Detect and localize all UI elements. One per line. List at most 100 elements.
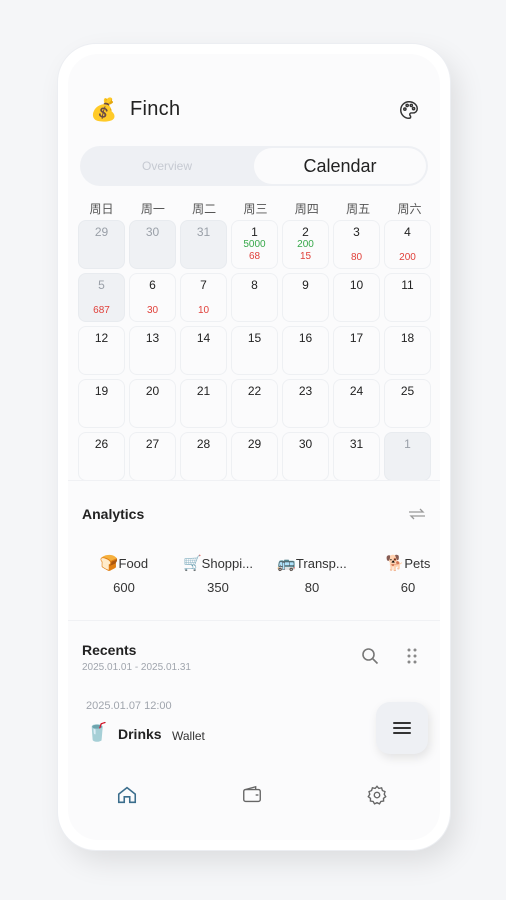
calendar-day-cell[interactable]: 21	[180, 379, 227, 428]
calendar-day-cell[interactable]: 31	[333, 432, 380, 481]
calendar-day-cell[interactable]: 26	[78, 432, 125, 481]
device-frame: 💰 Finch Overview Calendar 周日 周一 周二 周三 周四…	[58, 44, 450, 850]
calendar-day-cell[interactable]: 27	[129, 432, 176, 481]
calendar-day-expense: 80	[350, 252, 363, 263]
calendar-day-cell[interactable]: 7 10	[180, 273, 227, 322]
tab-calendar[interactable]: Calendar	[254, 148, 426, 184]
calendar-day-cell[interactable]: 1 5000 68	[231, 220, 278, 269]
app-title: Finch	[130, 98, 181, 120]
calendar-day-expense: 15	[299, 251, 312, 262]
calendar-day-number: 4	[404, 225, 411, 239]
calendar-day-cell[interactable]: 11	[384, 273, 431, 322]
calendar-day-number: 24	[349, 384, 364, 398]
category-label: Pets	[404, 556, 431, 571]
recents-title: Recents	[82, 642, 137, 658]
calendar-day-cell[interactable]: 8	[231, 273, 278, 322]
calendar-day-number: 17	[349, 331, 364, 345]
calendar-day-number: 28	[196, 437, 211, 451]
calendar-day-cell[interactable]: 30	[129, 220, 176, 269]
calendar-day-number: 23	[298, 384, 313, 398]
weekday-header: 周日 周一 周二 周三 周四 周五 周六	[78, 200, 433, 220]
calendar-day-number: 5	[98, 278, 105, 292]
drink-cup-icon: 🥤	[86, 722, 109, 742]
calendar-day-expense: 68	[248, 251, 261, 262]
menu-fab-button[interactable]	[376, 702, 428, 754]
category-card[interactable]: 🐕Pets 60	[362, 542, 440, 604]
wallet-icon[interactable]	[241, 784, 265, 808]
palette-icon[interactable]	[398, 99, 420, 121]
search-icon[interactable]	[360, 646, 380, 666]
category-value: 60	[400, 580, 416, 595]
calendar-day-cell[interactable]: 31	[180, 220, 227, 269]
home-icon[interactable]	[116, 784, 140, 808]
settings-icon[interactable]	[366, 784, 390, 808]
app-screen: 💰 Finch Overview Calendar 周日 周一 周二 周三 周四…	[68, 54, 440, 840]
dog-icon: 🐕	[385, 555, 405, 572]
calendar-day-number: 29	[94, 225, 109, 239]
calendar-day-number: 22	[247, 384, 262, 398]
calendar-day-number: 16	[298, 331, 313, 345]
calendar-day-number: 29	[247, 437, 262, 451]
transaction-name: Drinks	[118, 726, 162, 742]
calendar-day-number: 12	[94, 331, 109, 345]
calendar-day-cell[interactable]: 13	[129, 326, 176, 375]
view-tabs: Overview Calendar	[80, 146, 428, 186]
swap-icon[interactable]	[406, 504, 428, 524]
calendar-day-cell[interactable]: 22	[231, 379, 278, 428]
calendar-day-number: 18	[400, 331, 415, 345]
calendar-day-cell[interactable]: 1	[384, 432, 431, 481]
category-value: 350	[207, 580, 229, 595]
calendar-day-cell[interactable]: 16	[282, 326, 329, 375]
calendar-day-number: 7	[200, 278, 207, 292]
calendar-day-cell[interactable]: 4 200	[384, 220, 431, 269]
category-label: Food	[118, 556, 149, 571]
calendar-day-cell[interactable]: 30	[282, 432, 329, 481]
analytics-title: Analytics	[82, 506, 145, 522]
calendar-day-cell[interactable]: 24	[333, 379, 380, 428]
calendar-day-income: 200	[297, 239, 314, 250]
calendar-day-number: 21	[196, 384, 211, 398]
calendar-day-number: 3	[353, 225, 360, 239]
weekday-label: 周二	[192, 202, 217, 216]
calendar-day-cell[interactable]: 10	[333, 273, 380, 322]
calendar-day-number: 9	[302, 278, 309, 292]
calendar-day-cell[interactable]: 3 80	[333, 220, 380, 269]
calendar-day-cell[interactable]: 20	[129, 379, 176, 428]
calendar-day-cell[interactable]: 5 687	[78, 273, 125, 322]
calendar-day-cell[interactable]: 2 200 15	[282, 220, 329, 269]
calendar-day-cell[interactable]: 28	[180, 432, 227, 481]
calendar-day-cell[interactable]: 18	[384, 326, 431, 375]
calendar-day-income: 5000	[243, 239, 266, 250]
tab-overview[interactable]: Overview	[80, 146, 254, 186]
weekday-label: 周五	[346, 202, 371, 216]
calendar-day-cell[interactable]: 29	[231, 432, 278, 481]
category-card[interactable]: 🚌Transp... 80	[266, 542, 358, 604]
calendar-day-cell[interactable]: 25	[384, 379, 431, 428]
menu-icon	[393, 722, 411, 734]
calendar-day-cell[interactable]: 17	[333, 326, 380, 375]
cart-icon: 🛒	[182, 555, 202, 572]
weekday-label: 周四	[294, 202, 319, 216]
calendar-day-cell[interactable]: 6 30	[129, 273, 176, 322]
transaction-account: Wallet	[172, 729, 205, 743]
calendar-grid: 29 30 31 1 5000 68 2 200 15 3 80 4 200 5 687 6 30 7 10 8 9 10…	[78, 220, 433, 481]
calendar-day-cell[interactable]: 12	[78, 326, 125, 375]
calendar-day-number: 8	[251, 278, 258, 292]
calendar-day-cell[interactable]: 14	[180, 326, 227, 375]
calendar-day-cell[interactable]: 9	[282, 273, 329, 322]
calendar-day-number: 30	[298, 437, 313, 451]
weekday-label: 周六	[397, 202, 422, 216]
category-card[interactable]: 🍞Food 600	[78, 542, 170, 604]
calendar-day-number: 6	[149, 278, 156, 292]
calendar-day-number: 14	[196, 331, 211, 345]
drag-grid-icon[interactable]	[402, 646, 422, 666]
transaction-row[interactable]: 2025.01.07 12:00 🥤 Drinks Wallet	[76, 694, 412, 758]
calendar-day-cell[interactable]: 15	[231, 326, 278, 375]
divider	[68, 480, 440, 481]
calendar-day-cell[interactable]: 19	[78, 379, 125, 428]
category-card[interactable]: 🛒Shoppi... 350	[172, 542, 264, 604]
calendar-day-cell[interactable]: 29	[78, 220, 125, 269]
calendar-day-number: 26	[94, 437, 109, 451]
category-label: Transp...	[295, 556, 347, 571]
calendar-day-cell[interactable]: 23	[282, 379, 329, 428]
